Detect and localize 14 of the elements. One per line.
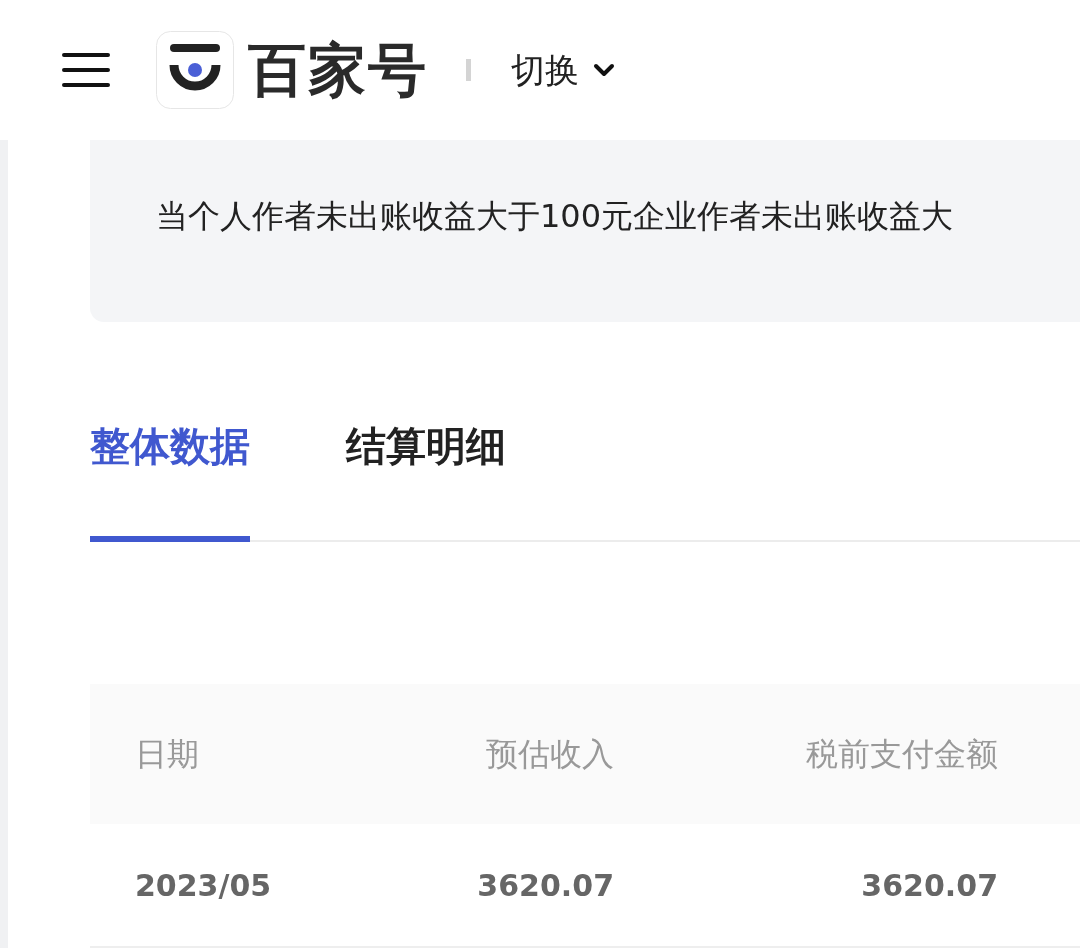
tab[interactable]: 结算明细 [346, 408, 506, 542]
tab[interactable]: 整体数据 [90, 408, 250, 542]
table-cell-text: 3620.07 [860, 866, 998, 905]
logo-icon [156, 31, 234, 109]
switch-button[interactable]: 切换 [511, 44, 615, 96]
column-header: 预估收入 [485, 734, 614, 775]
table-cell-text: 2023/05 [135, 866, 273, 905]
column-header: 税前支付金额 [805, 734, 998, 775]
column-header: 日期 [135, 734, 200, 775]
notice-text: 当个人作者未出账收益大于100元企业作者未出账收益大 [156, 197, 954, 235]
chevron-down-icon [593, 63, 615, 77]
menu-icon[interactable] [62, 52, 110, 88]
table-cell-text: 3620.07 [476, 866, 614, 905]
logo-text: 百家号 [248, 34, 428, 106]
